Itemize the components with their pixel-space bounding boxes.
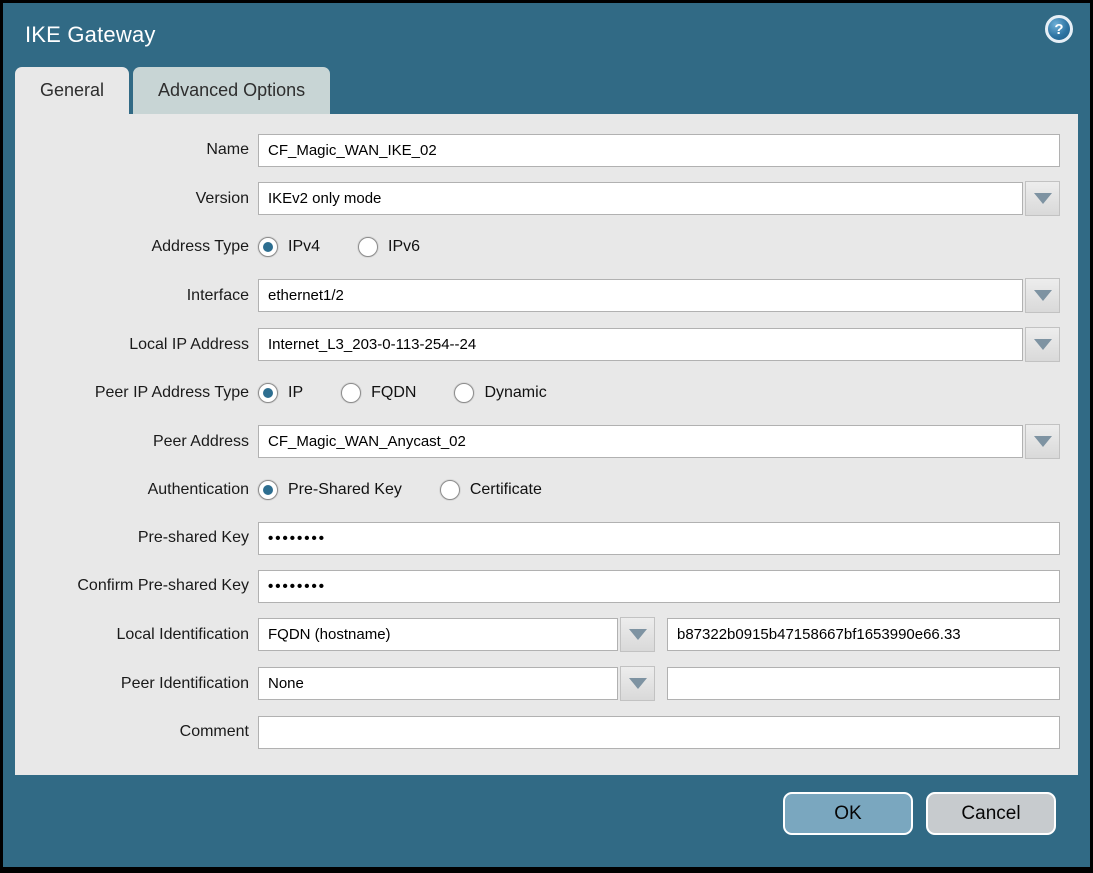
radio-peer-dynamic-control[interactable] [454,383,474,403]
local-ip-address-label: Local IP Address [15,336,258,354]
row-name: Name CF_Magic_WAN_IKE_02 [15,133,1060,167]
local-ip-address-select[interactable]: Internet_L3_203-0-113-254--24 [258,328,1023,361]
radio-ipv4-control[interactable] [258,237,278,257]
local-ip-dropdown-button[interactable] [1025,327,1060,362]
radio-ipv6-control[interactable] [358,237,378,257]
interface-select[interactable]: ethernet1/2 [258,279,1023,312]
row-local-identification: Local Identification FQDN (hostname) b87… [15,617,1060,652]
help-icon[interactable]: ? [1045,15,1073,43]
local-identification-value-input[interactable]: b87322b0915b47158667bf1653990e66.33 [667,618,1060,651]
row-local-ip-address: Local IP Address Internet_L3_203-0-113-2… [15,327,1060,362]
radio-peer-dynamic[interactable]: Dynamic [454,383,546,403]
radio-peer-dynamic-label: Dynamic [484,384,546,402]
radio-peer-ip-control[interactable] [258,383,278,403]
radio-pre-shared-key[interactable]: Pre-Shared Key [258,480,402,500]
peer-identification-dropdown-button[interactable] [620,666,655,701]
row-peer-address: Peer Address CF_Magic_WAN_Anycast_02 [15,424,1060,459]
tab-bar: General Advanced Options [3,67,1090,114]
row-version: Version IKEv2 only mode [15,181,1060,216]
radio-pre-shared-key-control[interactable] [258,480,278,500]
tab-general[interactable]: General [15,67,129,114]
name-label: Name [15,141,258,159]
version-dropdown-button[interactable] [1025,181,1060,216]
local-identification-type-select[interactable]: FQDN (hostname) [258,618,618,651]
row-pre-shared-key: Pre-shared Key •••••••• [15,521,1060,555]
radio-peer-ip[interactable]: IP [258,383,303,403]
peer-identification-type-select[interactable]: None [258,667,618,700]
row-comment: Comment [15,715,1060,749]
version-label: Version [15,190,258,208]
row-peer-identification: Peer Identification None [15,666,1060,701]
radio-peer-fqdn-control[interactable] [341,383,361,403]
radio-pre-shared-key-label: Pre-Shared Key [288,481,402,499]
peer-address-dropdown-button[interactable] [1025,424,1060,459]
row-address-type: Address Type IPv4 IPv6 [15,230,1060,264]
radio-ipv4-label: IPv4 [288,238,320,256]
confirm-pre-shared-key-label: Confirm Pre-shared Key [15,577,258,595]
radio-peer-ip-label: IP [288,384,303,402]
local-identification-label: Local Identification [15,626,258,644]
dialog-title: IKE Gateway [25,22,156,48]
dialog-titlebar: IKE Gateway [3,3,1090,67]
peer-address-select[interactable]: CF_Magic_WAN_Anycast_02 [258,425,1023,458]
peer-address-label: Peer Address [15,433,258,451]
chevron-down-icon [1034,339,1052,350]
radio-peer-fqdn-label: FQDN [371,384,416,402]
radio-peer-fqdn[interactable]: FQDN [341,383,416,403]
radio-certificate-control[interactable] [440,480,460,500]
confirm-pre-shared-key-input[interactable]: •••••••• [258,570,1060,603]
row-confirm-pre-shared-key: Confirm Pre-shared Key •••••••• [15,569,1060,603]
comment-input[interactable] [258,716,1060,749]
row-peer-ip-address-type: Peer IP Address Type IP FQDN Dynamic [15,376,1060,410]
name-input[interactable]: CF_Magic_WAN_IKE_02 [258,134,1060,167]
address-type-label: Address Type [15,238,258,256]
chevron-down-icon [629,629,647,640]
general-tab-panel: Name CF_Magic_WAN_IKE_02 Version IKEv2 o… [15,114,1078,775]
dialog-footer: OK Cancel [3,775,1090,835]
interface-label: Interface [15,287,258,305]
peer-identification-value-input[interactable] [667,667,1060,700]
peer-ip-address-type-label: Peer IP Address Type [15,384,258,402]
tab-advanced-options[interactable]: Advanced Options [133,67,330,114]
chevron-down-icon [1034,193,1052,204]
radio-ipv6[interactable]: IPv6 [358,237,420,257]
cancel-button[interactable]: Cancel [926,792,1056,835]
interface-dropdown-button[interactable] [1025,278,1060,313]
comment-label: Comment [15,723,258,741]
row-authentication: Authentication Pre-Shared Key Certificat… [15,473,1060,507]
local-identification-dropdown-button[interactable] [620,617,655,652]
pre-shared-key-label: Pre-shared Key [15,529,258,547]
chevron-down-icon [1034,290,1052,301]
authentication-label: Authentication [15,481,258,499]
chevron-down-icon [1034,436,1052,447]
ike-gateway-dialog: IKE Gateway ? General Advanced Options N… [3,3,1090,867]
peer-identification-label: Peer Identification [15,675,258,693]
pre-shared-key-input[interactable]: •••••••• [258,522,1060,555]
ok-button[interactable]: OK [783,792,913,835]
version-select[interactable]: IKEv2 only mode [258,182,1023,215]
radio-certificate-label: Certificate [470,481,542,499]
chevron-down-icon [629,678,647,689]
radio-ipv4[interactable]: IPv4 [258,237,320,257]
radio-ipv6-label: IPv6 [388,238,420,256]
row-interface: Interface ethernet1/2 [15,278,1060,313]
radio-certificate[interactable]: Certificate [440,480,542,500]
